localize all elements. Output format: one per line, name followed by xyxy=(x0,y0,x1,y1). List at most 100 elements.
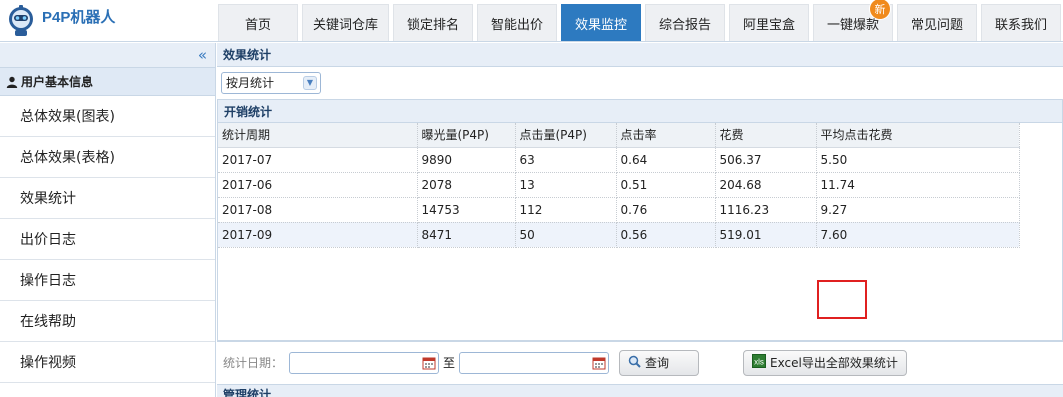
sidebar-item-label: 在线帮助 xyxy=(20,314,76,330)
cost-stats-table: 统计周期 曝光量(P4P) 点击量(P4P) 点击率 花费 平均点击花费 201… xyxy=(218,123,1020,248)
table-cell: 112 xyxy=(515,197,617,223)
table-cell: 0.56 xyxy=(616,222,716,248)
start-date-input[interactable] xyxy=(289,351,440,374)
main-content: 效果统计 按月统计 ▼ 开销统计 统计周期 曝光量(P4P) 点击量(P4P) … xyxy=(217,43,1063,397)
tab-one-click-hot[interactable]: 一键爆款 新 xyxy=(813,0,893,41)
table-cell: 13 xyxy=(515,172,617,198)
tab-ali-box[interactable]: 阿里宝盒 xyxy=(729,4,809,41)
tab-contact-us[interactable]: 联系我们 xyxy=(981,4,1061,41)
table-header-row: 统计周期 曝光量(P4P) 点击量(P4P) 点击率 花费 平均点击花费 xyxy=(218,123,1020,148)
table-cell: 2017-09 xyxy=(218,222,418,248)
period-select[interactable]: 按月统计 ▼ xyxy=(221,71,321,94)
sidebar-item-label: 总体效果(表格) xyxy=(20,150,115,166)
tab-home[interactable]: 首页 xyxy=(218,4,298,41)
main-nav: 首页 关键词仓库 锁定排名 智能出价 效果监控 综合报告 阿里宝盒 一键爆款 新… xyxy=(218,0,1061,42)
tab-label: 关键词仓库 xyxy=(312,17,378,33)
column-header[interactable]: 平均点击花费 xyxy=(816,123,1020,148)
table-cell: 0.51 xyxy=(616,172,716,198)
tab-lock-ranking[interactable]: 锁定排名 xyxy=(393,4,473,41)
table-cell: 7.60 xyxy=(816,222,1020,248)
table-cell: 506.37 xyxy=(715,147,817,173)
export-excel-button[interactable]: xls Excel导出全部效果统计 xyxy=(743,349,907,376)
end-date-input[interactable] xyxy=(459,351,610,374)
tab-smart-bid[interactable]: 智能出价 xyxy=(477,4,557,41)
sidebar-item-online-help[interactable]: 在线帮助 xyxy=(0,301,215,342)
tab-label: 常见问题 xyxy=(910,17,963,33)
table-cell: 1116.23 xyxy=(715,197,817,223)
table-cell: 519.01 xyxy=(715,222,817,248)
sidebar-item-performance-stats[interactable]: 效果统计 xyxy=(0,178,215,219)
filter-row: 按月统计 ▼ xyxy=(217,67,1063,98)
tab-label: 综合报告 xyxy=(658,17,711,33)
date-label: 统计日期： xyxy=(223,356,284,370)
bottom-section-title: 管理统计 xyxy=(217,384,1063,397)
tab-label: 首页 xyxy=(244,17,271,33)
sidebar-item-overall-table[interactable]: 总体效果(表格) xyxy=(0,137,215,178)
robot-logo-icon xyxy=(4,4,38,38)
sidebar-item-label: 出价日志 xyxy=(20,232,76,248)
tab-label: 锁定排名 xyxy=(406,17,459,33)
sidebar-item-label: 操作日志 xyxy=(20,273,76,289)
sidebar-item-bid-log[interactable]: 出价日志 xyxy=(0,219,215,260)
calendar-icon[interactable] xyxy=(592,356,606,370)
annotation-highlight-box xyxy=(817,280,867,319)
table-cell: 204.68 xyxy=(715,172,817,198)
section-title: 效果统计 xyxy=(217,43,1063,67)
tab-label: 一键爆款 xyxy=(826,17,879,33)
table-cell: 2017-08 xyxy=(218,197,418,223)
query-button-label: 查询 xyxy=(645,356,670,370)
logo[interactable]: P4P机器人 xyxy=(0,0,216,42)
svg-text:xls: xls xyxy=(754,358,764,367)
table-row[interactable]: 2017-06 2078 13 0.51 204.68 11.74 xyxy=(218,172,1020,198)
date-search-row: 统计日期： 至 查询 xls Excel导出全部效果统计 xyxy=(217,341,1063,383)
sidebar-item-overall-chart[interactable]: 总体效果(图表) xyxy=(0,96,215,137)
sidebar-collapse-bar: « xyxy=(0,43,215,68)
column-header[interactable]: 统计周期 xyxy=(218,123,418,148)
cost-stats-panel: 开销统计 统计周期 曝光量(P4P) 点击量(P4P) 点击率 花费 平均点击花… xyxy=(217,99,1063,341)
table-cell: 8471 xyxy=(417,222,516,248)
table-cell: 2017-07 xyxy=(218,147,418,173)
sidebar-header-label: 用户基本信息 xyxy=(21,75,94,89)
tab-label: 效果监控 xyxy=(574,17,627,33)
brand-name: P4P机器人 xyxy=(42,8,116,26)
tab-label: 智能出价 xyxy=(490,17,543,33)
excel-icon: xls xyxy=(752,354,767,371)
table-cell: 5.50 xyxy=(816,147,1020,173)
tab-label: 联系我们 xyxy=(994,17,1047,33)
column-header[interactable]: 点击率 xyxy=(616,123,716,148)
table-cell: 14753 xyxy=(417,197,516,223)
column-header[interactable]: 曝光量(P4P) xyxy=(417,123,516,148)
sidebar-item-label: 操作视频 xyxy=(20,355,76,371)
sidebar-item-label: 效果统计 xyxy=(20,191,76,207)
table-title: 开销统计 xyxy=(218,99,1062,123)
collapse-chevron-icon[interactable]: « xyxy=(198,46,207,64)
search-icon xyxy=(628,355,641,371)
to-label: 至 xyxy=(443,356,456,370)
sidebar-item-operation-log[interactable]: 操作日志 xyxy=(0,260,215,301)
table-cell: 11.74 xyxy=(816,172,1020,198)
table-cell: 0.76 xyxy=(616,197,716,223)
column-header[interactable]: 点击量(P4P) xyxy=(515,123,617,148)
tab-keyword-warehouse[interactable]: 关键词仓库 xyxy=(302,4,389,41)
column-header[interactable]: 花费 xyxy=(715,123,817,148)
tab-faq[interactable]: 常见问题 xyxy=(897,4,977,41)
tab-performance-monitor[interactable]: 效果监控 xyxy=(561,4,641,41)
table-row-highlighted[interactable]: 2017-09 8471 50 0.56 519.01 7.60 xyxy=(218,222,1020,248)
table-cell: 0.64 xyxy=(616,147,716,173)
tab-label: 阿里宝盒 xyxy=(742,17,795,33)
sidebar-item-label: 总体效果(图表) xyxy=(20,109,115,125)
top-bar: P4P机器人 首页 关键词仓库 锁定排名 智能出价 效果监控 综合报告 阿里宝盒… xyxy=(0,0,1063,42)
table-cell: 63 xyxy=(515,147,617,173)
table-cell: 50 xyxy=(515,222,617,248)
query-button[interactable]: 查询 xyxy=(619,349,700,376)
table-row[interactable]: 2017-08 14753 112 0.76 1116.23 9.27 xyxy=(218,197,1020,223)
tab-comprehensive-report[interactable]: 综合报告 xyxy=(645,4,725,41)
table-row[interactable]: 2017-07 9890 63 0.64 506.37 5.50 xyxy=(218,147,1020,173)
calendar-icon[interactable] xyxy=(422,356,436,370)
user-icon xyxy=(6,76,18,88)
table-cell: 2078 xyxy=(417,172,516,198)
sidebar: « 用户基本信息 总体效果(图表) 总体效果(表格) 效果统计 出价日志 操作日… xyxy=(0,43,216,397)
chevron-down-icon: ▼ xyxy=(303,75,317,90)
sidebar-item-operation-video[interactable]: 操作视频 xyxy=(0,342,215,383)
table-cell: 9890 xyxy=(417,147,516,173)
